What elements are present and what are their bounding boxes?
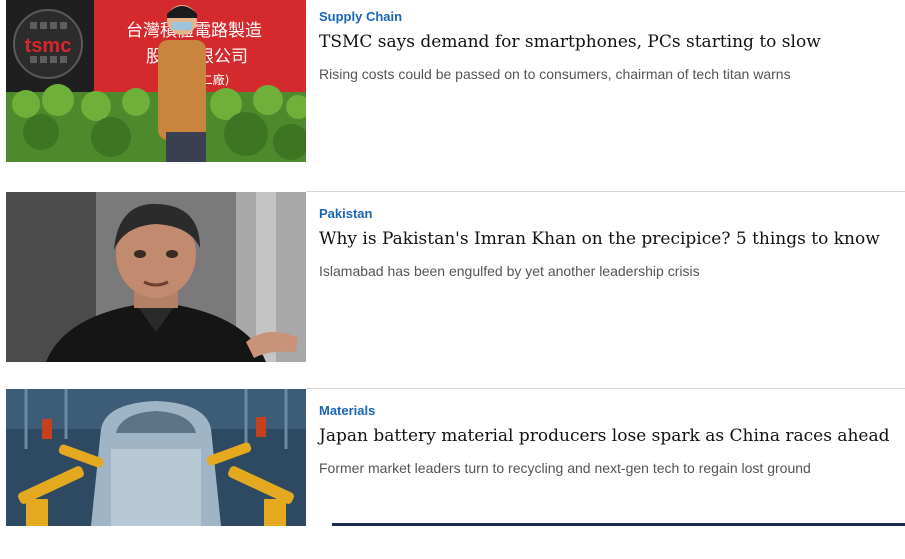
article-thumbnail-tsmc[interactable]: tsmc 台灣積體電路製造 股份有限公司 (二廠) (6, 0, 306, 162)
article-category[interactable]: Supply Chain (319, 9, 905, 25)
tsmc-logo-text: tsmc (25, 35, 72, 57)
article-thumbnail-car-factory[interactable] (6, 389, 306, 559)
article-feed: tsmc 台灣積體電路製造 股份有限公司 (二廠) (0, 0, 905, 526)
article-text: Materials Japan battery material produce… (319, 403, 905, 477)
article-subhead: Former market leaders turn to recycling … (319, 460, 811, 476)
article-headline[interactable]: Why is Pakistan's Imran Khan on the prec… (319, 227, 905, 251)
article-category[interactable]: Materials (319, 403, 905, 419)
article-thumbnail-imran-khan[interactable] (6, 192, 306, 362)
article-headline[interactable]: Japan battery material producers lose sp… (319, 424, 905, 448)
article-headline[interactable]: TSMC says demand for smartphones, PCs st… (319, 30, 905, 54)
article-subhead: Islamabad has been engulfed by yet anoth… (319, 263, 700, 279)
article-card: Pakistan Why is Pakistan's Imran Khan on… (6, 192, 905, 362)
article-subhead: Rising costs could be passed on to consu… (319, 66, 791, 82)
article-card: tsmc 台灣積體電路製造 股份有限公司 (二廠) (6, 0, 905, 162)
article-text: Supply Chain TSMC says demand for smartp… (319, 9, 905, 83)
article-category[interactable]: Pakistan (319, 206, 905, 222)
article-card: Materials Japan battery material produce… (6, 389, 905, 559)
article-text: Pakistan Why is Pakistan's Imran Khan on… (319, 206, 905, 280)
